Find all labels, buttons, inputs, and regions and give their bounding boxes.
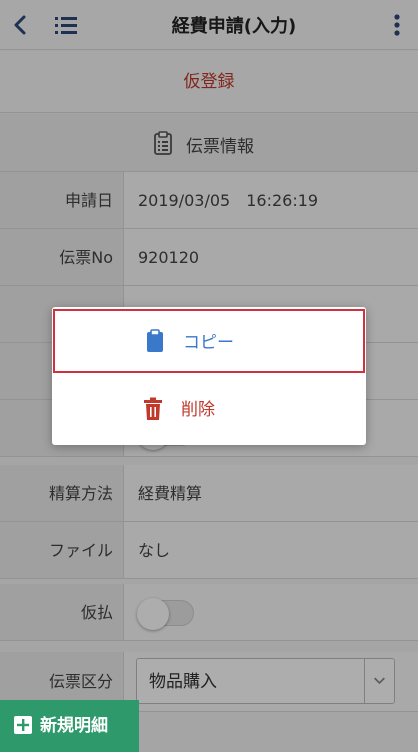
trash-icon	[144, 397, 162, 420]
action-popup: コピー 削除	[52, 307, 366, 445]
new-detail-button[interactable]: 新規明細	[0, 700, 139, 752]
plus-square-icon	[14, 716, 32, 734]
clipboard-icon	[147, 329, 163, 352]
new-detail-label: 新規明細	[40, 716, 108, 736]
copy-button[interactable]: コピー	[53, 309, 365, 373]
copy-label: コピー	[183, 333, 234, 353]
delete-button[interactable]: 削除	[52, 377, 366, 443]
delete-label: 削除	[181, 400, 215, 420]
